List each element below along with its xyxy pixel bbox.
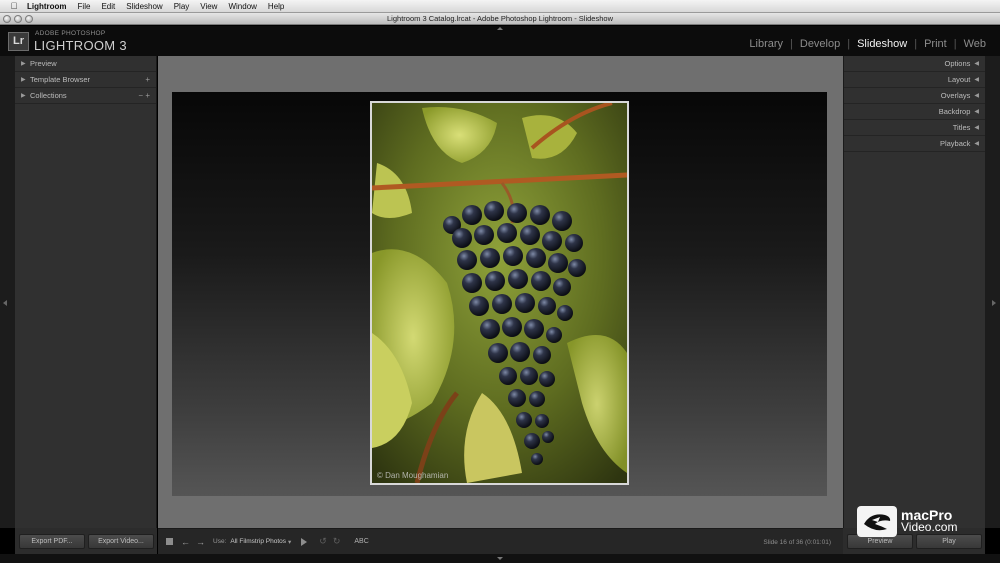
panel-playback[interactable]: Playback ◀	[844, 136, 985, 152]
expand-triangle-icon: ▶	[21, 77, 26, 83]
right-panel-toggle-icon[interactable]	[992, 300, 996, 306]
expand-triangle-icon: ▶	[21, 93, 26, 99]
panel-options-label: Options	[944, 59, 971, 68]
panel-playback-label: Playback	[939, 139, 971, 148]
slideshow-toolbar: ← → Use: All Filmstrip Photos ▾ ↺ ↻ ABC …	[158, 528, 843, 554]
mac-menubar:  Lightroom File Edit Slideshow Play Vie…	[0, 0, 1000, 13]
module-print[interactable]: Print	[924, 38, 947, 50]
watermark-text: macPro Video.com	[901, 508, 958, 535]
apple-icon[interactable]: 	[9, 1, 19, 11]
macprovideo-watermark: macPro Video.com	[857, 506, 957, 537]
export-pdf-button[interactable]: Export PDF...	[19, 534, 85, 549]
grape-photo-image	[372, 103, 627, 483]
dropdown-arrow-icon: ▾	[288, 538, 292, 546]
right-panel: Options ◀ Layout ◀ Overlays ◀ Backdrop ◀…	[843, 56, 985, 528]
identity-bar: Lr ADOBE PHOTOSHOP LIGHTROOM 3 Library |…	[0, 26, 1000, 56]
module-slideshow[interactable]: Slideshow	[857, 38, 907, 50]
menu-lightroom[interactable]: Lightroom	[27, 2, 67, 11]
module-separator: |	[914, 38, 918, 50]
left-panel-toggle-icon[interactable]	[3, 300, 7, 306]
bottom-panel-toggle-icon[interactable]	[497, 557, 503, 560]
window-title: Lightroom 3 Catalog.lrcat - Adobe Photos…	[387, 14, 613, 23]
add-text-button[interactable]: ABC	[354, 538, 368, 545]
lightroom-logo-icon: Lr	[8, 32, 29, 51]
macprovideo-logo-icon	[857, 506, 897, 537]
next-slide-icon[interactable]: →	[196, 537, 205, 547]
export-video-button[interactable]: Export Video...	[88, 534, 154, 549]
use-label: Use:	[213, 538, 227, 545]
window-titlebar: Lightroom 3 Catalog.lrcat - Adobe Photos…	[0, 13, 1000, 25]
menu-view[interactable]: View	[200, 2, 217, 11]
panel-backdrop-label: Backdrop	[938, 107, 971, 116]
play-icon[interactable]	[301, 537, 308, 546]
panel-titles[interactable]: Titles ◀	[844, 120, 985, 136]
rotate-right-icon[interactable]: ↻	[333, 536, 341, 547]
collapse-triangle-icon: ◀	[974, 125, 979, 131]
left-edge-gutter	[0, 56, 15, 528]
expand-triangle-icon: ▶	[21, 61, 26, 67]
collapse-triangle-icon: ◀	[974, 93, 979, 99]
collapse-triangle-icon: ◀	[974, 61, 979, 67]
menu-slideshow[interactable]: Slideshow	[126, 2, 162, 11]
panel-collections-label: Collections	[30, 91, 67, 100]
brand-subtitle: ADOBE PHOTOSHOP	[35, 30, 106, 37]
panel-overlays-label: Overlays	[940, 91, 971, 100]
collection-controls[interactable]: − +	[138, 91, 150, 100]
module-develop[interactable]: Develop	[800, 38, 840, 50]
rotate-left-icon[interactable]: ↺	[319, 536, 327, 547]
module-picker: Library | Develop | Slideshow | Print | …	[749, 38, 986, 50]
use-selector[interactable]: Use: All Filmstrip Photos ▾	[213, 538, 291, 546]
top-panel-toggle-icon[interactable]	[497, 27, 503, 30]
panel-preview[interactable]: ▶ Preview	[15, 56, 156, 72]
stop-icon[interactable]	[166, 538, 173, 545]
collapse-triangle-icon: ◀	[974, 141, 979, 147]
right-edge-gutter	[985, 56, 1000, 528]
panel-collections[interactable]: ▶ Collections − +	[15, 88, 156, 104]
brand-title: LIGHTROOM 3	[34, 38, 127, 53]
panel-options[interactable]: Options ◀	[844, 56, 985, 72]
panel-titles-label: Titles	[952, 123, 971, 132]
menu-file[interactable]: File	[78, 2, 91, 11]
panel-backdrop[interactable]: Backdrop ◀	[844, 104, 985, 120]
module-separator: |	[953, 38, 957, 50]
watermark-line2: Video.com	[901, 520, 958, 535]
menu-help[interactable]: Help	[268, 2, 284, 11]
collapse-triangle-icon: ◀	[974, 77, 979, 83]
module-web[interactable]: Web	[964, 38, 986, 50]
module-library[interactable]: Library	[749, 38, 783, 50]
panel-preview-label: Preview	[30, 59, 57, 68]
panel-layout[interactable]: Layout ◀	[844, 72, 985, 88]
menu-window[interactable]: Window	[228, 2, 256, 11]
use-value: All Filmstrip Photos	[230, 538, 286, 545]
module-separator: |	[790, 38, 793, 50]
left-panel: ▶ Preview ▶ Template Browser + ▶ Collect…	[15, 56, 157, 528]
slide-photo[interactable]: © Dan Moughamian	[370, 101, 629, 485]
module-separator: |	[847, 38, 851, 50]
photo-credit-overlay: © Dan Moughamian	[377, 471, 449, 480]
panel-overlays[interactable]: Overlays ◀	[844, 88, 985, 104]
slide-count: Slide 16 of 36 (0:01:01)	[763, 539, 831, 546]
bottom-left-panel: Export PDF... Export Video...	[15, 528, 157, 554]
slide-backdrop: © Dan Moughamian	[172, 92, 827, 496]
menu-play[interactable]: Play	[174, 2, 190, 11]
panel-template-browser[interactable]: ▶ Template Browser +	[15, 72, 156, 88]
menu-edit[interactable]: Edit	[101, 2, 115, 11]
add-template-button[interactable]: +	[145, 75, 150, 84]
panel-layout-label: Layout	[947, 75, 971, 84]
panel-template-browser-label: Template Browser	[30, 75, 91, 84]
collapse-triangle-icon: ◀	[974, 109, 979, 115]
slide-editor: © Dan Moughamian	[158, 56, 843, 528]
previous-slide-icon[interactable]: ←	[181, 537, 190, 547]
